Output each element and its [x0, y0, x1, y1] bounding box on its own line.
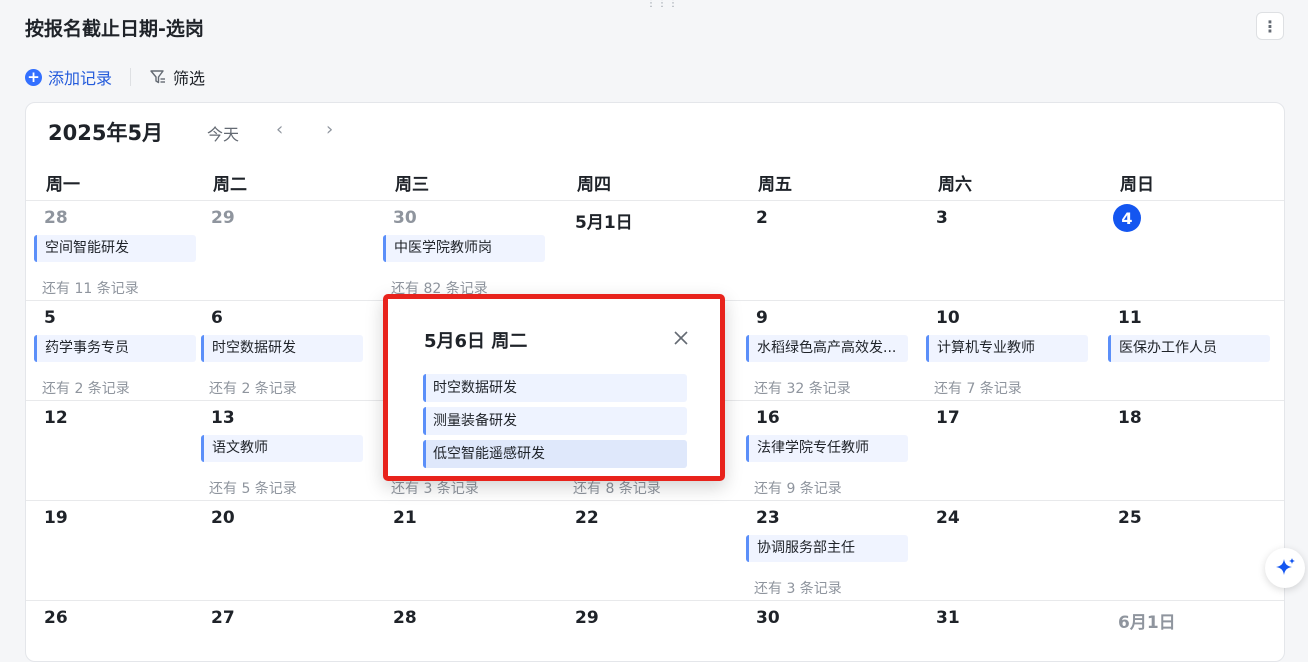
weekday-header: 周四: [577, 175, 611, 195]
filter-button[interactable]: 筛选: [149, 65, 205, 89]
more-records-link[interactable]: 还有 8 条记录: [573, 478, 661, 498]
day-number[interactable]: 11: [1118, 308, 1142, 328]
day-number[interactable]: 13: [211, 408, 235, 428]
day-number[interactable]: 28: [44, 208, 68, 228]
event-item[interactable]: 医保办工作人员: [1108, 335, 1270, 362]
day-number[interactable]: 24: [936, 508, 960, 528]
more-records-link[interactable]: 还有 32 条记录: [754, 378, 851, 398]
plus-circle-icon: +: [25, 68, 42, 86]
weekday-header: 周二: [213, 175, 247, 195]
popup-event-item[interactable]: 低空智能遥感研发: [423, 440, 687, 468]
more-records-link[interactable]: 还有 3 条记录: [391, 478, 479, 498]
more-records-link[interactable]: 还有 2 条记录: [42, 378, 130, 398]
more-records-link[interactable]: 还有 5 条记录: [209, 478, 297, 498]
day-number[interactable]: 23: [756, 508, 780, 528]
day-number[interactable]: 31: [936, 608, 960, 628]
day-number[interactable]: 21: [393, 508, 417, 528]
day-detail-popup: 5月6日 周二 时空数据研发 测量装备研发 低空智能遥感研发: [383, 294, 725, 481]
event-item[interactable]: 中医学院教师岗: [383, 235, 545, 262]
toolbar: + 添加记录 筛选: [25, 64, 205, 90]
ai-assistant-button[interactable]: [1265, 548, 1305, 588]
day-number[interactable]: 18: [1118, 408, 1142, 428]
event-item[interactable]: 空间智能研发: [34, 235, 196, 262]
day-number[interactable]: 29: [575, 608, 599, 628]
day-number[interactable]: 6月1日: [1118, 608, 1176, 633]
row-divider: [26, 600, 1284, 601]
more-records-link[interactable]: 还有 3 条记录: [754, 578, 842, 598]
day-number[interactable]: 28: [393, 608, 417, 628]
weekday-header: 周一: [46, 175, 80, 195]
day-number[interactable]: 30: [756, 608, 780, 628]
weekday-header: 周三: [395, 175, 429, 195]
event-item[interactable]: 法律学院专任教师: [746, 435, 908, 462]
page-title: 按报名截止日期-选岗: [25, 18, 204, 40]
filter-label: 筛选: [173, 69, 206, 88]
day-number[interactable]: 26: [44, 608, 68, 628]
event-item[interactable]: 计算机专业教师: [926, 335, 1088, 362]
day-number[interactable]: 5月1日: [575, 208, 633, 233]
event-item[interactable]: 药学事务专员: [34, 335, 196, 362]
day-number[interactable]: 9: [756, 308, 768, 328]
add-record-button[interactable]: + 添加记录: [25, 65, 112, 89]
next-month-button[interactable]: ›: [326, 119, 333, 140]
day-number[interactable]: 29: [211, 208, 235, 228]
close-button[interactable]: [671, 328, 691, 348]
day-number[interactable]: 27: [211, 608, 235, 628]
row-divider: [26, 500, 1284, 501]
day-number[interactable]: 12: [44, 408, 68, 428]
weekday-header: 周六: [938, 175, 972, 195]
add-record-label: 添加记录: [48, 69, 113, 88]
day-number-today[interactable]: 4: [1113, 204, 1141, 232]
popup-event-item[interactable]: 测量装备研发: [423, 407, 687, 435]
weekday-header: 周日: [1120, 175, 1154, 195]
sparkle-icon: [1276, 558, 1295, 575]
more-options-button[interactable]: ⋮: [1256, 12, 1284, 40]
day-number[interactable]: 5: [44, 308, 56, 328]
event-item[interactable]: 协调服务部主任: [746, 535, 908, 562]
day-number[interactable]: 16: [756, 408, 780, 428]
more-vertical-icon: ⋮: [1262, 16, 1278, 36]
day-number[interactable]: 10: [936, 308, 960, 328]
more-records-link[interactable]: 还有 7 条记录: [934, 378, 1022, 398]
filter-icon: [150, 70, 166, 84]
day-number[interactable]: 3: [936, 208, 948, 228]
event-item[interactable]: 水稻绿色高产高效发...: [746, 335, 908, 362]
popup-event-item[interactable]: 时空数据研发: [423, 374, 687, 402]
popup-title: 5月6日 周二: [424, 331, 528, 352]
more-records-link[interactable]: 还有 11 条记录: [42, 278, 139, 298]
day-number[interactable]: 22: [575, 508, 599, 528]
day-number[interactable]: 17: [936, 408, 960, 428]
toolbar-divider: [130, 68, 132, 86]
event-item[interactable]: 时空数据研发: [201, 335, 363, 362]
row-divider: [26, 200, 1284, 201]
today-button[interactable]: 今天: [207, 121, 239, 145]
day-number[interactable]: 20: [211, 508, 235, 528]
chevron-left-icon: ‹: [276, 119, 284, 140]
weekday-header: 周五: [758, 175, 792, 195]
day-number[interactable]: 30: [393, 208, 417, 228]
day-number[interactable]: 6: [211, 308, 223, 328]
day-number[interactable]: 19: [44, 508, 68, 528]
event-item[interactable]: 语文教师: [201, 435, 363, 462]
prev-month-button[interactable]: ‹: [276, 119, 283, 140]
more-records-link[interactable]: 还有 2 条记录: [209, 378, 297, 398]
month-title: 2025年5月: [48, 121, 164, 145]
chevron-right-icon: ›: [326, 119, 334, 140]
more-records-link[interactable]: 还有 9 条记录: [754, 478, 842, 498]
close-icon: [674, 331, 688, 345]
drag-handle-icon[interactable]: ⋮⋮⋮: [646, 0, 679, 9]
day-number[interactable]: 2: [756, 208, 768, 228]
day-number[interactable]: 25: [1118, 508, 1142, 528]
